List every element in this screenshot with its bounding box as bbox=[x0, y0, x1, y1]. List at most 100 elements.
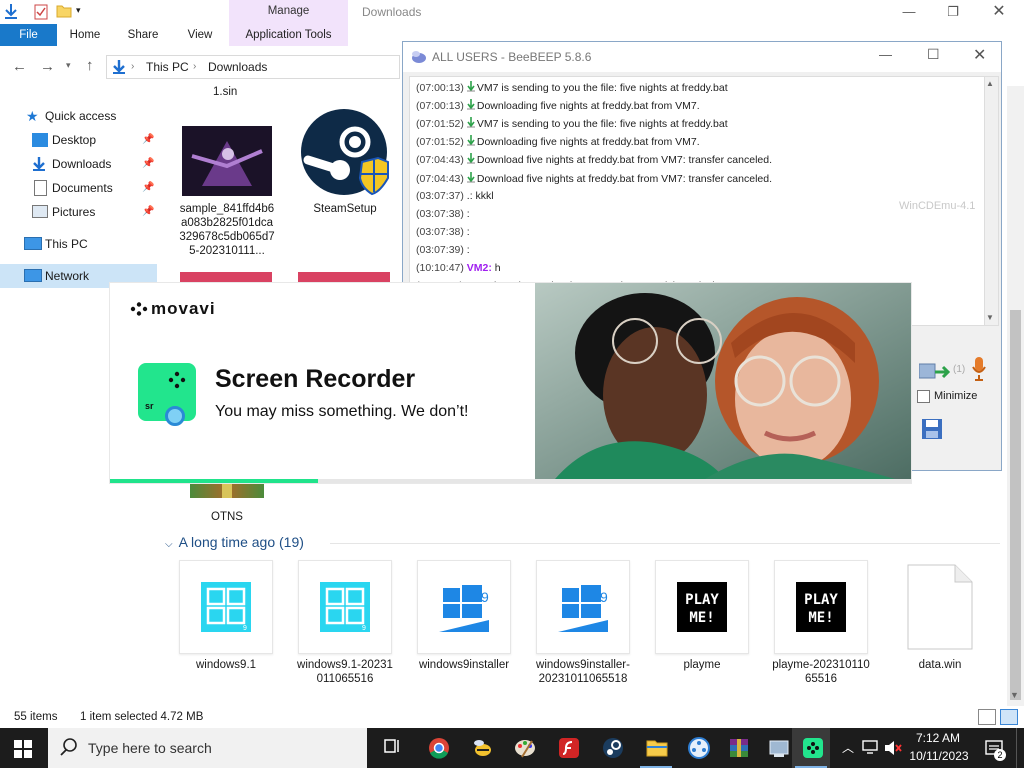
beebeep-maximize-button[interactable]: ☐ bbox=[927, 46, 940, 63]
file-item[interactable]: data.win bbox=[885, 560, 995, 672]
scroll-up-arrow-icon[interactable]: ▲ bbox=[986, 79, 994, 88]
details-view-icon[interactable] bbox=[978, 709, 996, 725]
chat-log-line: (07:00:13) Downloading five nights at fre… bbox=[416, 99, 700, 112]
nav-this-pc[interactable]: This PC bbox=[0, 232, 157, 256]
desktop-icon bbox=[32, 133, 48, 147]
tab-home[interactable]: Home bbox=[62, 24, 108, 46]
properties-icon[interactable] bbox=[34, 4, 48, 23]
chat-log-line: (03:07:38) : bbox=[416, 208, 470, 221]
clock-date[interactable]: 10/11/2023 bbox=[906, 749, 972, 763]
show-desktop-button[interactable] bbox=[1016, 728, 1024, 768]
file-transfer-icon bbox=[466, 135, 475, 146]
windows-logo-icon: 9 bbox=[536, 560, 630, 654]
new-folder-icon[interactable] bbox=[56, 4, 72, 21]
large-icons-view-icon[interactable] bbox=[1000, 709, 1018, 725]
product-title: Screen Recorder bbox=[215, 365, 416, 393]
minimize-checkbox[interactable] bbox=[917, 390, 930, 403]
movavi-taskbar-icon[interactable] bbox=[792, 728, 830, 768]
tab-share[interactable]: Share bbox=[120, 24, 166, 46]
nav-quick-access[interactable]: ★ Quick access bbox=[0, 104, 157, 128]
clock-time[interactable]: 7:12 AM bbox=[910, 731, 966, 745]
minimize-window-button[interactable]: — bbox=[886, 0, 932, 24]
send-file-icon[interactable] bbox=[918, 360, 953, 385]
breadcrumb-this-pc[interactable]: This PC bbox=[146, 56, 189, 78]
windows-start-icon[interactable] bbox=[14, 740, 32, 761]
steam-taskbar-icon[interactable] bbox=[592, 728, 632, 768]
beebeep-close-button[interactable]: ✕ bbox=[973, 45, 986, 65]
breadcrumb-downloads[interactable]: Downloads bbox=[208, 56, 267, 78]
recent-locations-icon[interactable]: ▾ bbox=[66, 60, 71, 71]
network-tray-icon[interactable] bbox=[862, 740, 878, 757]
svg-text:PLAY: PLAY bbox=[804, 592, 838, 608]
log-timestamp: (10:10:47) bbox=[416, 262, 464, 274]
beebeep-title: ALL USERS - BeeBEEP 5.8.6 bbox=[432, 50, 592, 64]
winrar-icon[interactable] bbox=[718, 728, 758, 768]
scroll-down-arrow-icon[interactable]: ▼ bbox=[1010, 690, 1019, 700]
tab-view[interactable]: View bbox=[178, 24, 222, 46]
sample-image-thumbnail bbox=[182, 126, 272, 196]
log-text: Download five nights at freddy.bat from … bbox=[476, 154, 772, 167]
file-explorer-icon[interactable] bbox=[636, 728, 676, 768]
search-icon bbox=[60, 738, 78, 759]
log-text: VM7 is sending to you the file: five nig… bbox=[476, 118, 728, 131]
nav-label: Documents bbox=[52, 181, 113, 195]
maximize-window-button[interactable]: ❐ bbox=[930, 0, 976, 24]
network-icon bbox=[24, 269, 42, 282]
save-icon[interactable] bbox=[921, 418, 943, 443]
close-window-button[interactable]: ✕ bbox=[976, 0, 1022, 24]
file-item[interactable]: PLAY ME! playme-20231011065516 bbox=[766, 560, 876, 686]
nav-desktop[interactable]: Desktop 📌 bbox=[0, 128, 157, 152]
scrollbar-thumb[interactable] bbox=[1010, 310, 1021, 700]
show-hidden-icons-chevron-icon[interactable]: ︿ bbox=[842, 739, 854, 756]
file-name-label: windows9.1 bbox=[195, 659, 257, 671]
task-view-icon[interactable] bbox=[372, 728, 412, 768]
file-item[interactable]: 9 windows9installer bbox=[409, 560, 519, 672]
chat-log-scrollbar[interactable] bbox=[984, 77, 998, 325]
beebeep-taskbar-icon[interactable] bbox=[462, 728, 502, 768]
computer-icon bbox=[24, 237, 42, 250]
file-name-label: windows9installer-20231011065518 bbox=[536, 659, 630, 685]
nav-downloads[interactable]: Downloads 📌 bbox=[0, 152, 157, 176]
file-item[interactable]: PLAY ME! playme bbox=[647, 560, 757, 672]
log-text: Downloading five nights at freddy.bat fr… bbox=[476, 100, 700, 113]
volume-muted-icon[interactable] bbox=[884, 740, 902, 759]
file-item[interactable]: 9 windows9.1-20231011065516 bbox=[290, 560, 400, 686]
up-arrow-icon[interactable]: ↑ bbox=[86, 57, 94, 74]
download-arrow-icon[interactable] bbox=[4, 3, 18, 22]
downloads-folder-icon bbox=[111, 59, 127, 78]
taskbar-search-box[interactable]: Type here to search bbox=[48, 728, 367, 768]
forward-arrow-icon[interactable]: → bbox=[40, 58, 55, 75]
paint-icon[interactable] bbox=[504, 728, 544, 768]
nav-pictures[interactable]: Pictures 📌 bbox=[0, 200, 157, 224]
beebeep-minimize-button[interactable]: — bbox=[879, 47, 892, 62]
tab-file[interactable]: File bbox=[0, 24, 57, 46]
file-item[interactable]: 9 windows9.1 bbox=[171, 560, 281, 672]
progress-bar bbox=[110, 479, 319, 483]
customize-qat-icon[interactable]: ▾ bbox=[76, 5, 81, 16]
group-heading[interactable]: ⌵ A long time ago (19) bbox=[165, 534, 304, 550]
search-placeholder: Type here to search bbox=[88, 740, 212, 756]
media-player-icon[interactable] bbox=[678, 728, 718, 768]
star-icon: ★ bbox=[26, 108, 39, 124]
file-item[interactable]: 9 windows9installer-20231011065518 bbox=[528, 560, 638, 686]
file-item-steamsetup[interactable]: SteamSetup bbox=[290, 108, 400, 216]
group-divider bbox=[330, 543, 1000, 544]
log-timestamp: (07:00:13) bbox=[416, 82, 464, 94]
file-name-label: windows9.1-20231011065516 bbox=[297, 659, 393, 685]
log-timestamp: (07:01:52) bbox=[416, 118, 464, 131]
address-box[interactable]: › This PC › Downloads bbox=[106, 55, 400, 79]
product-tagline: You may miss something. We don’t! bbox=[215, 403, 469, 420]
chrome-icon[interactable] bbox=[418, 728, 458, 768]
back-arrow-icon[interactable]: ← bbox=[12, 58, 27, 75]
nav-documents[interactable]: Documents 📌 bbox=[0, 176, 157, 200]
chat-log-line: (03:07:38) : bbox=[416, 226, 470, 239]
tab-application-tools[interactable]: Application Tools bbox=[229, 24, 348, 46]
movavi-splash: movavi sr Screen Recorder You may miss s… bbox=[110, 283, 911, 483]
breadcrumb-separator-icon: › bbox=[193, 61, 197, 72]
flash-player-icon[interactable] bbox=[548, 728, 588, 768]
file-item-otns[interactable]: OTNS bbox=[172, 478, 282, 524]
scroll-down-arrow-icon[interactable]: ▼ bbox=[986, 313, 994, 322]
tab-manage[interactable]: Manage bbox=[229, 0, 348, 24]
file-item-sample[interactable]: sample_841ffd4b6a083b2825f01dca329678c5d… bbox=[172, 126, 282, 258]
microphone-icon[interactable] bbox=[971, 356, 987, 385]
